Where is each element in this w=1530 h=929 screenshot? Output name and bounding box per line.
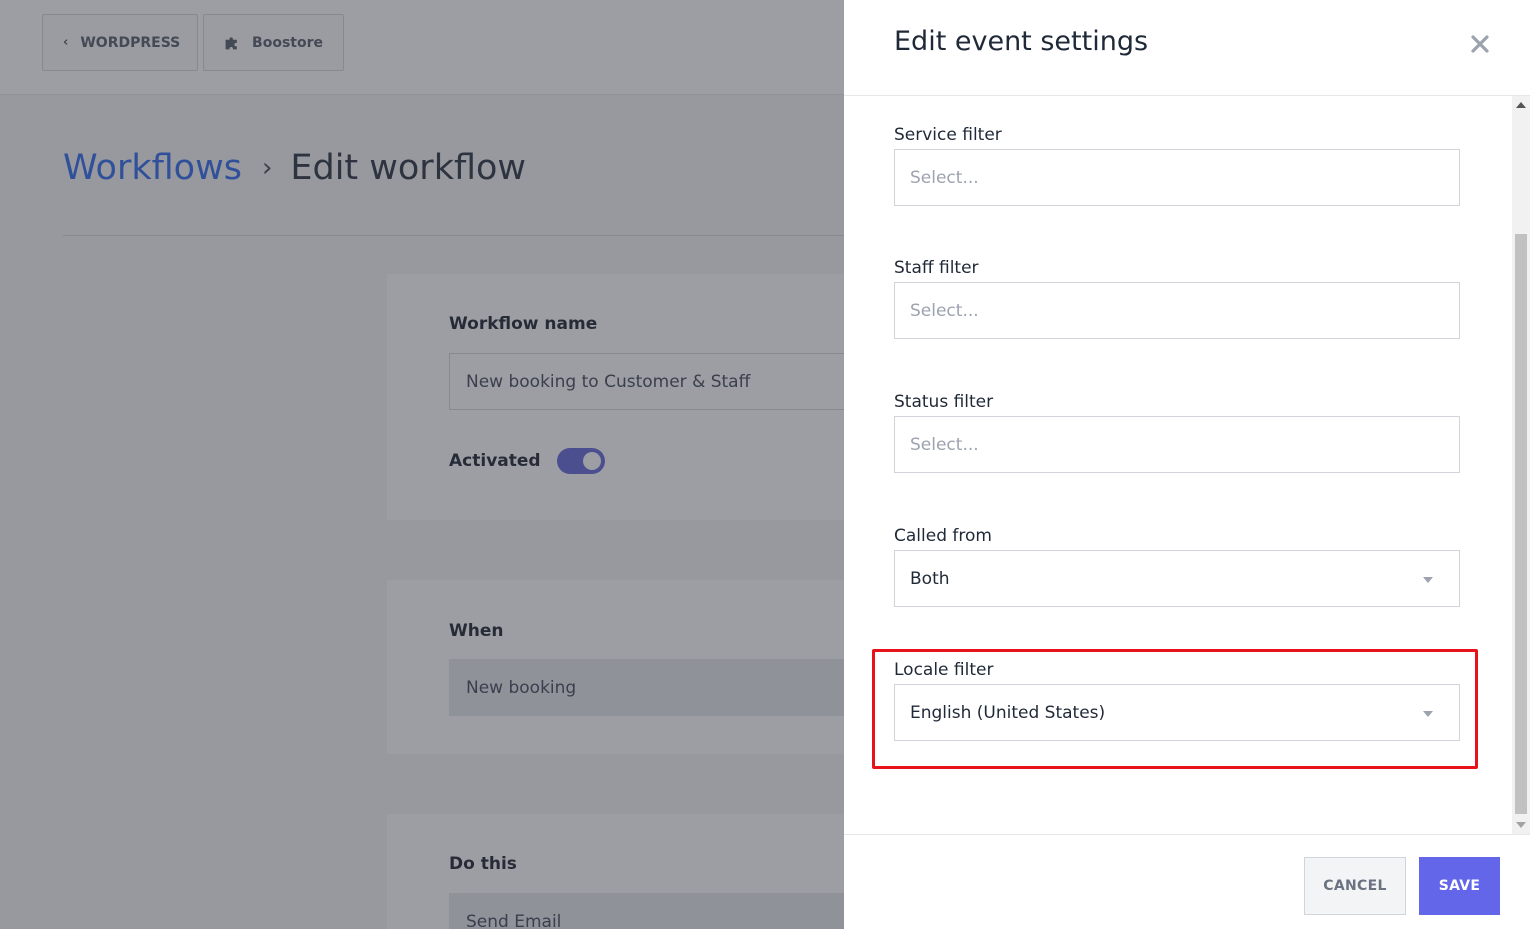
staff-filter-placeholder: Select... [910,300,979,321]
panel-footer: CANCEL SAVE [844,834,1530,929]
locale-filter-label: Locale filter [894,660,994,680]
close-icon[interactable] [1466,30,1494,58]
panel-body: Service filter Select... Staff filter Se… [844,96,1512,834]
scrollbar-thumb[interactable] [1515,234,1527,814]
staff-filter-select[interactable]: Select... [894,282,1460,339]
scroll-down-arrow-icon[interactable] [1516,822,1526,828]
edit-event-settings-panel: Edit event settings Service filter Selec… [844,0,1530,929]
service-filter-label: Service filter [894,125,1002,145]
panel-header: Edit event settings [844,0,1530,96]
called-from-group: Called from Both [894,526,1460,607]
locale-filter-select[interactable]: English (United States) [894,684,1460,741]
locale-filter-value: English (United States) [910,702,1106,723]
called-from-value: Both [910,568,950,589]
service-filter-select[interactable]: Select... [894,149,1460,206]
status-filter-group: Status filter Select... [894,392,1460,473]
chevron-down-icon [1423,577,1433,583]
called-from-label: Called from [894,526,992,546]
called-from-select[interactable]: Both [894,550,1460,607]
panel-title: Edit event settings [894,26,1149,57]
cancel-button[interactable]: CANCEL [1304,857,1406,915]
panel-scrollbar[interactable] [1512,96,1530,834]
status-filter-select[interactable]: Select... [894,416,1460,473]
service-filter-group: Service filter Select... [894,125,1460,206]
status-filter-label: Status filter [894,392,994,412]
status-filter-placeholder: Select... [910,434,979,455]
save-button[interactable]: SAVE [1419,857,1500,915]
locale-filter-group: Locale filter English (United States) [894,660,1460,741]
chevron-down-icon [1423,711,1433,717]
scroll-up-arrow-icon[interactable] [1516,102,1526,108]
staff-filter-group: Staff filter Select... [894,258,1460,339]
service-filter-placeholder: Select... [910,167,979,188]
staff-filter-label: Staff filter [894,258,979,278]
